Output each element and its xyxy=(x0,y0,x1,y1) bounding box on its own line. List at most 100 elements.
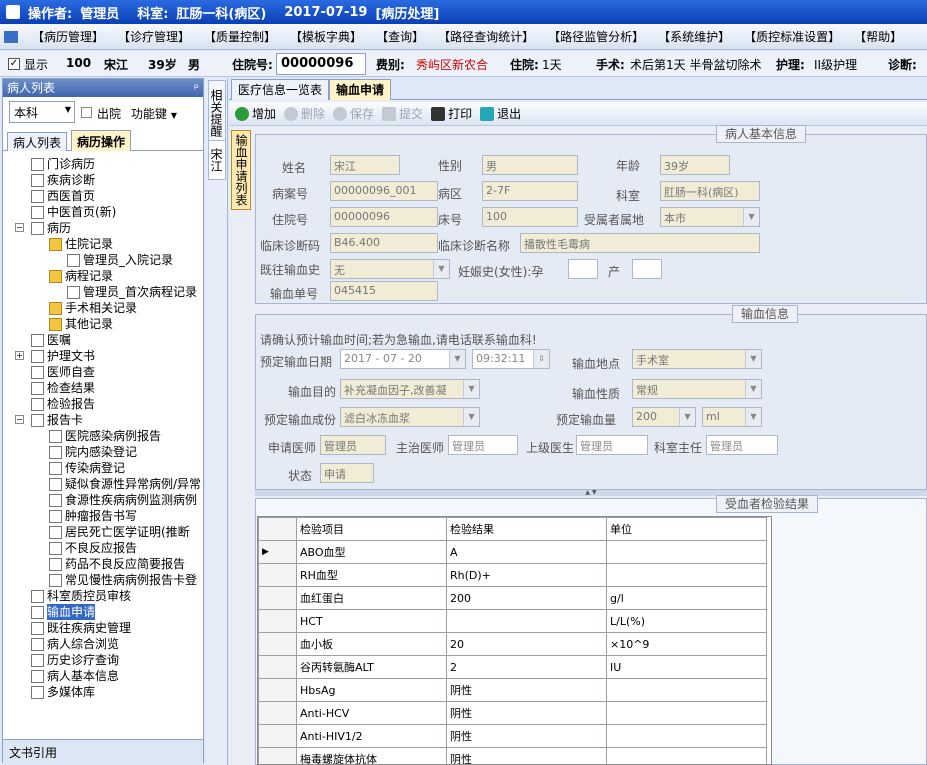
table-row[interactable]: Anti-HCV 阴性 xyxy=(258,701,767,725)
row-header[interactable] xyxy=(258,609,297,633)
cell-result[interactable]: 阴性 xyxy=(446,701,607,725)
tree-item[interactable]: 中医首页(新) xyxy=(31,204,116,220)
birth-field[interactable] xyxy=(632,259,662,279)
tree-item[interactable]: 西医首页 xyxy=(31,188,95,204)
diag-name-field[interactable]: 播散性毛霉病 xyxy=(520,233,760,253)
menu-system[interactable]: 【系统维护】 xyxy=(652,26,736,48)
diag-code-field[interactable]: B46.400 xyxy=(330,233,438,253)
tree-item[interactable]: 既往疾病史管理 xyxy=(31,620,131,636)
tree-item[interactable]: 手术相关记录 xyxy=(49,300,137,316)
requesting-doctor-field[interactable]: 管理员 xyxy=(320,435,386,455)
cell-unit[interactable] xyxy=(606,747,767,764)
tree-item[interactable]: 报告卡 xyxy=(31,412,83,428)
cell-unit[interactable] xyxy=(606,724,767,748)
table-row[interactable]: HbsAg 阴性 xyxy=(258,678,767,702)
menu-treatment[interactable]: 【诊疗管理】 xyxy=(112,26,196,48)
case-no-field[interactable]: 00000096_001 xyxy=(330,181,438,201)
expand-icon[interactable]: + xyxy=(15,351,24,360)
table-row[interactable]: RH血型 Rh(D)+ xyxy=(258,563,767,587)
cell-result[interactable]: 2 xyxy=(446,655,607,679)
tree-item[interactable]: 护理文书 xyxy=(31,348,95,364)
tab-record-ops[interactable]: 病历操作 xyxy=(71,130,132,151)
tree-item[interactable]: 检查结果 xyxy=(31,380,95,396)
table-row[interactable]: 血小板 20 ×10^9 xyxy=(258,632,767,656)
tree-item[interactable]: 医院感染病例报告 xyxy=(49,428,161,444)
tab-transfusion-list[interactable]: 输血申请列表 xyxy=(231,130,251,210)
col-header-unit[interactable]: 单位 xyxy=(606,517,767,541)
table-row[interactable]: 梅毒螺旋体抗体 阴性 xyxy=(258,747,767,764)
tree-item[interactable]: 历史诊疗查询 xyxy=(31,652,119,668)
row-header[interactable] xyxy=(258,747,297,764)
cell-item[interactable]: 梅毒螺旋体抗体 xyxy=(296,747,447,764)
table-row[interactable]: 谷丙转氨酶ALT 2 IU xyxy=(258,655,767,679)
tab-patient-songjiang[interactable]: 宋江 xyxy=(208,140,226,180)
pregnancy-field[interactable] xyxy=(568,259,598,279)
transfusion-time-spinner[interactable]: 09:32:11 ⇕ xyxy=(472,349,550,369)
save-button[interactable]: 保存 xyxy=(333,105,374,122)
ward-field[interactable]: 2-7F xyxy=(482,181,578,201)
sex-field[interactable]: 男 xyxy=(482,155,578,175)
cell-result[interactable] xyxy=(446,609,607,633)
tree-item[interactable]: 多媒体库 xyxy=(31,684,95,700)
cell-unit[interactable]: g/l xyxy=(606,586,767,610)
delete-button[interactable]: 删除 xyxy=(284,105,325,122)
col-header-item[interactable]: 检验项目 xyxy=(296,517,447,541)
transfusion-date-picker[interactable]: 2017 - 07 - 20 ▼ xyxy=(340,349,466,369)
col-header-result[interactable]: 检验结果 xyxy=(446,517,607,541)
tree-item[interactable]: 食源性疾病病例监测病例 xyxy=(49,492,197,508)
cell-unit[interactable]: ×10^9 xyxy=(606,632,767,656)
cell-unit[interactable] xyxy=(606,678,767,702)
order-no-field[interactable]: 045415 xyxy=(330,281,438,301)
collapse-icon[interactable]: − xyxy=(15,415,24,424)
tree-item[interactable]: 病历 xyxy=(31,220,71,236)
dept-director-field[interactable]: 管理员 xyxy=(706,435,778,455)
tree-item[interactable]: 医嘱 xyxy=(31,332,71,348)
tree-item[interactable]: 检验报告 xyxy=(31,396,95,412)
cell-unit[interactable] xyxy=(606,701,767,725)
age-field[interactable]: 39岁 xyxy=(660,155,730,175)
tab-medical-overview[interactable]: 医疗信息一览表 xyxy=(231,79,330,100)
tree-item[interactable]: 其他记录 xyxy=(49,316,113,332)
cell-result[interactable]: 20 xyxy=(446,632,607,656)
row-header[interactable] xyxy=(258,586,297,610)
menu-quality[interactable]: 【质量控制】 xyxy=(198,26,282,48)
dept-field[interactable]: 肛肠一科(病区) xyxy=(660,181,760,201)
tree-item[interactable]: 病人基本信息 xyxy=(31,668,119,684)
tree-item[interactable]: 疑似食源性异常病例/异常 xyxy=(49,476,201,492)
row-header[interactable] xyxy=(258,563,297,587)
tree-item[interactable]: 院内感染登记 xyxy=(49,444,137,460)
menu-help[interactable]: 【帮助】 xyxy=(848,26,908,48)
tab-blood-transfusion[interactable]: 输血申请 xyxy=(329,79,392,100)
menu-qc-standard[interactable]: 【质控标准设置】 xyxy=(738,26,846,48)
cell-item[interactable]: HCT xyxy=(296,609,447,633)
cell-result[interactable]: 阴性 xyxy=(446,747,607,764)
discharge-checkbox[interactable] xyxy=(81,107,92,118)
table-row[interactable]: ▶ ABO血型 A xyxy=(258,540,767,564)
tree-item[interactable]: 科室质控员审核 xyxy=(31,588,131,604)
menu-path-analysis[interactable]: 【路径监管分析】 xyxy=(542,26,650,48)
menu-path-stats[interactable]: 【路径查询统计】 xyxy=(432,26,540,48)
table-row[interactable]: 血红蛋白 200 g/l xyxy=(258,586,767,610)
tree-item[interactable]: 不良反应报告 xyxy=(49,540,137,556)
tree-item[interactable]: 传染病登记 xyxy=(49,460,125,476)
tree-item[interactable]: 病程记录 xyxy=(49,268,113,284)
row-header[interactable] xyxy=(258,632,297,656)
attending-doctor-field[interactable]: 管理员 xyxy=(448,435,518,455)
print-button[interactable]: 打印 xyxy=(431,105,472,122)
cell-item[interactable]: ABO血型 xyxy=(296,540,447,564)
tree-item[interactable]: 门诊病历 xyxy=(31,156,95,172)
tree-item[interactable]: 医师自查 xyxy=(31,364,95,380)
tree-item[interactable]: 管理员_首次病程记录 xyxy=(67,284,197,300)
menu-template[interactable]: 【模板字典】 xyxy=(284,26,368,48)
dept-select[interactable]: 本科 ▼ xyxy=(9,101,75,123)
collapse-icon[interactable]: − xyxy=(15,223,24,232)
tree-item[interactable]: 常见慢性病病例报告卡登 xyxy=(49,572,197,588)
row-header[interactable] xyxy=(258,655,297,679)
cell-item[interactable]: RH血型 xyxy=(296,563,447,587)
pin-icon[interactable]: ᵖ xyxy=(194,79,199,97)
transfusion-place-select[interactable]: 手术室 ▼ xyxy=(632,349,762,369)
cell-unit[interactable]: L/L(%) xyxy=(606,609,767,633)
status-field[interactable]: 申请 xyxy=(320,463,374,483)
superior-doctor-field[interactable]: 管理员 xyxy=(576,435,648,455)
transfusion-nature-select[interactable]: 常规 ▼ xyxy=(632,379,762,399)
